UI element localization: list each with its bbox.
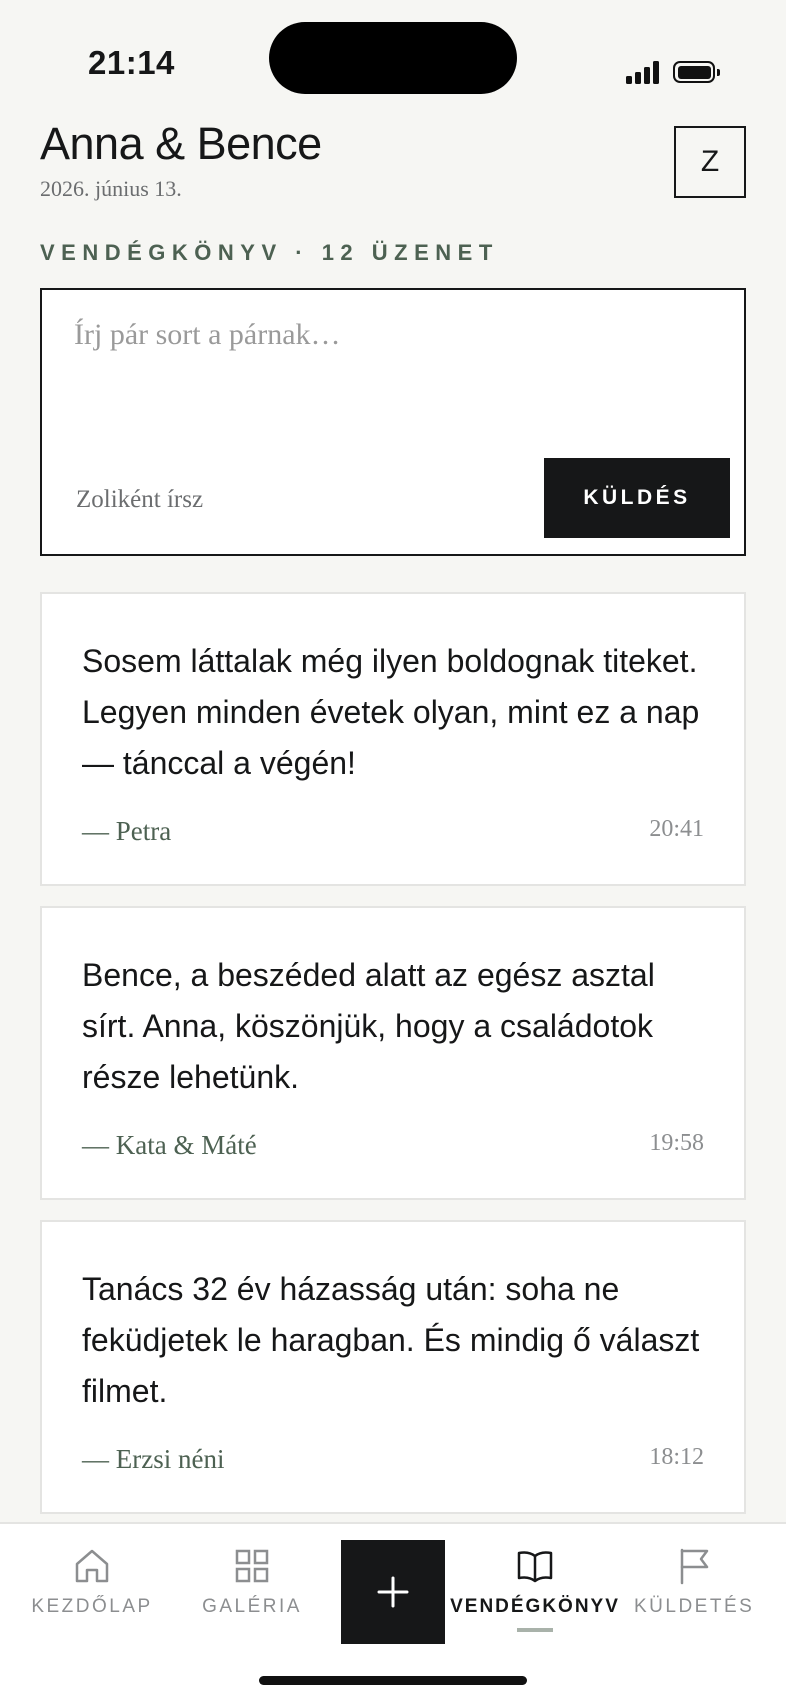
- status-bar: 21:14: [0, 0, 786, 120]
- event-date: 2026. június 13.: [40, 176, 182, 201]
- message-time: 19:58: [649, 1130, 704, 1156]
- message-author: — Erzsi néni: [82, 1444, 225, 1474]
- message-card: Bence, a beszéded alatt az egész asztal …: [40, 906, 746, 1200]
- send-button[interactable]: KÜLDÉS: [544, 458, 730, 538]
- status-time: 21:14: [88, 44, 175, 81]
- dynamic-island: [269, 22, 517, 94]
- guestbook-section-label: VENDÉGKÖNYV · 12 ÜZENET: [40, 240, 499, 265]
- avatar[interactable]: Z: [674, 126, 746, 198]
- active-tab-indicator: [517, 1628, 553, 1632]
- message-author: — Kata & Máté: [82, 1130, 257, 1160]
- message-card: Sosem láttalak még ilyen boldognak titek…: [40, 592, 746, 886]
- home-indicator: [259, 1676, 527, 1685]
- tab-label: KEZDŐLAP: [31, 1596, 153, 1617]
- add-button[interactable]: [341, 1540, 445, 1644]
- book-icon: [517, 1551, 553, 1583]
- flag-icon: [680, 1548, 709, 1585]
- tab-label: KÜLDETÉS: [634, 1596, 755, 1617]
- page-title: Anna & Bence: [40, 118, 322, 169]
- grid-icon: [235, 1549, 269, 1583]
- tab-gallery[interactable]: GALÉRIA: [192, 1546, 312, 1646]
- message-author: — Petra: [82, 816, 172, 846]
- message-text: Bence, a beszéded alatt az egész asztal …: [82, 957, 655, 1095]
- message-card: Tanács 32 év házasság után: soha ne fekü…: [40, 1220, 746, 1514]
- tab-label: VENDÉGKÖNYV: [450, 1596, 620, 1617]
- tab-home[interactable]: KEZDŐLAP: [28, 1546, 156, 1646]
- message-time: 18:12: [649, 1444, 704, 1470]
- signal-icon: [626, 60, 660, 84]
- message-text: Sosem láttalak még ilyen boldognak titek…: [82, 643, 700, 781]
- tab-mission[interactable]: KÜLDETÉS: [634, 1546, 754, 1646]
- author-hint: Zoliként írsz: [76, 486, 204, 513]
- message-time: 20:41: [649, 816, 704, 842]
- tab-guestbook[interactable]: VENDÉGKÖNYV: [448, 1546, 622, 1646]
- battery-icon: [673, 61, 720, 83]
- plus-icon: [377, 1576, 409, 1608]
- tab-label: GALÉRIA: [202, 1596, 302, 1617]
- message-text: Tanács 32 év házasság után: soha ne fekü…: [82, 1271, 700, 1409]
- message-input[interactable]: [74, 318, 714, 428]
- home-icon: [75, 1549, 109, 1583]
- message-composer: Zoliként írsz KÜLDÉS: [40, 288, 746, 556]
